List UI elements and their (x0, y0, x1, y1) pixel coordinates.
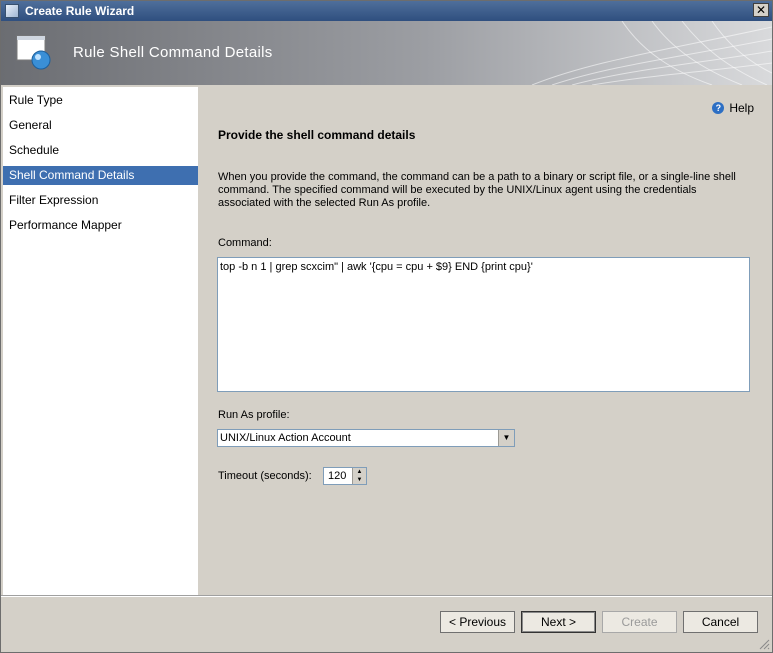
resize-grip-icon[interactable] (758, 638, 770, 650)
help-label: Help (729, 101, 754, 115)
wizard-banner: Rule Shell Command Details (1, 21, 772, 85)
timeout-label: Timeout (seconds): (218, 470, 312, 482)
command-label: Command: (218, 237, 272, 249)
wizard-window: Create Rule Wizard ✕ Rule Shell Command … (0, 0, 773, 653)
title-bar[interactable]: Create Rule Wizard ✕ (1, 1, 772, 21)
help-icon: ? (712, 102, 725, 114)
wizard-page-icon (16, 35, 51, 70)
window-icon (5, 4, 19, 18)
command-textbox[interactable] (217, 257, 750, 392)
close-button[interactable]: ✕ (753, 3, 769, 17)
footer-divider (1, 595, 772, 597)
create-button[interactable]: Create (602, 611, 677, 633)
spinner-down-icon[interactable]: ▼ (353, 476, 366, 484)
dropdown-arrow-icon[interactable]: ▼ (498, 430, 514, 446)
runas-profile-value: UNIX/Linux Action Account (220, 432, 351, 444)
nav-item-general[interactable]: General (3, 116, 198, 135)
nav-item-schedule[interactable]: Schedule (3, 141, 198, 160)
cancel-button[interactable]: Cancel (683, 611, 758, 633)
timeout-value: 120 (328, 470, 347, 482)
spinner-buttons: ▲ ▼ (352, 468, 366, 484)
nav-item-shell-command-details[interactable]: Shell Command Details (3, 166, 198, 185)
nav-item-rule-type[interactable]: Rule Type (3, 91, 198, 110)
nav-item-filter-expression[interactable]: Filter Expression (3, 191, 198, 210)
page-title: Rule Shell Command Details (73, 44, 273, 61)
timeout-spinner[interactable]: 120 ▲ ▼ (323, 467, 367, 485)
banner-wave-graphic (531, 21, 772, 85)
section-heading: Provide the shell command details (218, 128, 416, 142)
spinner-up-icon[interactable]: ▲ (353, 468, 366, 476)
help-link[interactable]: ? Help (712, 101, 754, 115)
page-content: ? Help Provide the shell command details… (199, 87, 772, 595)
wizard-steps-nav: Rule Type General Schedule Shell Command… (3, 87, 198, 595)
runas-profile-label: Run As profile: (218, 409, 290, 421)
section-description: When you provide the command, the comman… (218, 171, 736, 209)
window-title: Create Rule Wizard (25, 4, 135, 18)
previous-button[interactable]: < Previous (440, 611, 515, 633)
runas-profile-dropdown[interactable]: UNIX/Linux Action Account ▼ (217, 429, 515, 447)
nav-item-performance-mapper[interactable]: Performance Mapper (3, 216, 198, 235)
next-button[interactable]: Next > (521, 611, 596, 633)
